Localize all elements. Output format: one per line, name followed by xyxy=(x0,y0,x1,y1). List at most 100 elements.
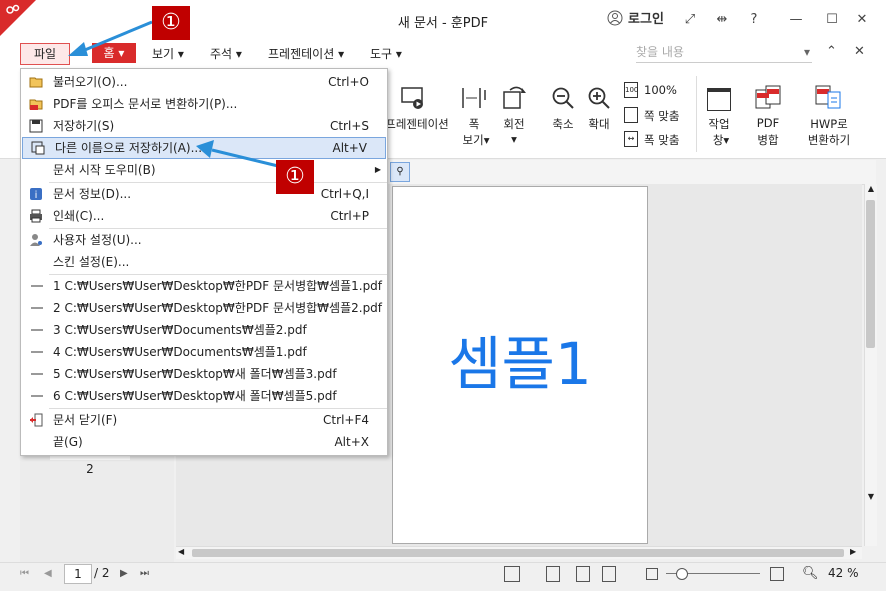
search-input[interactable]: 찾을 내용 ▾ xyxy=(636,42,812,63)
rotate-dropdown-icon[interactable]: ▾ xyxy=(496,132,532,146)
recent-file-item[interactable]: 6 C:₩Users₩User₩Desktop₩새 폴더₩셈플5.pdf xyxy=(21,385,387,407)
recent-file-item[interactable]: 1 C:₩Users₩User₩Desktop₩한PDF 문서병합₩셈플1.pd… xyxy=(21,275,387,297)
menu-save-label: 저장하기(S) xyxy=(53,119,115,133)
prev-page-icon[interactable]: ◀ xyxy=(44,568,52,579)
user-icon[interactable] xyxy=(606,10,624,30)
menu-view-label: 보기 xyxy=(152,47,175,61)
menu-annotate-label: 주석 xyxy=(210,47,233,61)
search-placeholder: 찾을 내용 xyxy=(636,45,684,59)
close-doc-icon xyxy=(30,413,43,427)
menu-doc-info-label: 문서 정보(D)... xyxy=(53,187,132,201)
split-view-icon[interactable]: ⇹ xyxy=(712,10,732,30)
menu-doc-info[interactable]: i 문서 정보(D)... Ctrl+Q,I xyxy=(21,183,387,205)
menu-close-doc[interactable]: 문서 닫기(F) Ctrl+F4 xyxy=(21,409,387,431)
menu-presentation[interactable]: 프레젠테이션 ▾ xyxy=(268,44,344,64)
menu-open-shortcut: Ctrl+O xyxy=(328,75,369,89)
close-ribbon-icon[interactable]: ✕ xyxy=(854,44,865,59)
menu-start-helper-label: 문서 시작 도우미(B) xyxy=(53,163,156,177)
recent-file-item[interactable]: 4 C:₩Users₩User₩Documents₩셈플1.pdf xyxy=(21,341,387,363)
status-bar xyxy=(0,562,886,591)
fit-page-icon[interactable] xyxy=(624,107,638,123)
rotate-icon[interactable] xyxy=(500,84,528,113)
hwp-convert-label-1: HWP로 xyxy=(810,117,848,131)
horizontal-scrollbar[interactable]: ◀ ▶ xyxy=(176,546,862,559)
fit-page-label[interactable]: 쪽 맞춤 xyxy=(644,108,679,124)
zoom100-label[interactable]: 100% xyxy=(644,83,677,97)
fit-width-label[interactable]: 폭 맞춤 xyxy=(644,132,679,148)
scroll-down-icon[interactable]: ▼ xyxy=(866,492,876,501)
menu-save-as[interactable]: 다른 이름으로 저장하기(A)... Alt+V xyxy=(22,137,386,159)
zoom-out-icon[interactable] xyxy=(551,86,575,113)
fit-width-icon[interactable]: ↔ xyxy=(624,131,638,147)
step-badge: ① xyxy=(152,6,190,40)
recent-file-item[interactable]: 2 C:₩Users₩User₩Desktop₩한PDF 문서병합₩셈플2.pd… xyxy=(21,297,387,319)
pdf-folder-icon xyxy=(29,99,43,110)
zoom-in-icon[interactable] xyxy=(587,86,611,113)
menu-skin-settings-label: 스킨 설정(E)... xyxy=(53,255,130,269)
menu-annotate[interactable]: 주석 ▾ xyxy=(210,44,242,64)
recent-file-label: 2 C:₩Users₩User₩Desktop₩한PDF 문서병합₩셈플2.pd… xyxy=(53,301,383,315)
scroll-right-icon[interactable]: ▶ xyxy=(850,547,856,556)
menu-convert-office[interactable]: PDF를 오피스 문서로 변환하기(P)... xyxy=(21,93,387,115)
menu-tools[interactable]: 도구 ▾ xyxy=(370,44,402,64)
first-page-icon[interactable]: ⏮ xyxy=(20,568,29,579)
recent-file-label: 3 C:₩Users₩User₩Documents₩셈플2.pdf xyxy=(53,323,307,337)
last-page-icon[interactable]: ⏭ xyxy=(140,568,149,579)
width-view-label-1: 폭 xyxy=(468,117,480,131)
actual-size-icon[interactable]: 100 xyxy=(624,82,638,98)
next-page-icon[interactable]: ▶ xyxy=(120,568,128,579)
thumbnail-page-number: 2 xyxy=(86,462,94,476)
menu-exit[interactable]: 끝(G) Alt+X xyxy=(21,431,387,453)
hscroll-thumb[interactable] xyxy=(192,549,844,557)
fit-page-status-icon[interactable] xyxy=(576,566,590,582)
menu-save[interactable]: 저장하기(S) Ctrl+S xyxy=(21,115,387,137)
menu-user-settings-label: 사용자 설정(U)... xyxy=(53,233,142,247)
menu-view[interactable]: 보기 ▾ xyxy=(152,44,184,64)
ribbon-divider xyxy=(696,76,697,152)
menu-print-label: 인쇄(C)... xyxy=(53,209,105,223)
scroll-thumb[interactable] xyxy=(866,200,875,348)
login-button[interactable]: 로그인 xyxy=(626,10,666,30)
recent-file-label: 1 C:₩Users₩User₩Desktop₩한PDF 문서병합₩셈플1.pd… xyxy=(53,279,383,293)
thumbnail-page-2[interactable] xyxy=(50,456,130,460)
fit-width-status-icon[interactable] xyxy=(602,566,616,582)
page-number-input[interactable]: 1 xyxy=(64,564,92,584)
menu-tools-label: 도구 xyxy=(370,47,393,61)
menu-print[interactable]: 인쇄(C)... Ctrl+P xyxy=(21,205,387,227)
close-button[interactable]: ✕ xyxy=(852,10,872,30)
pdf-merge-icon[interactable] xyxy=(754,84,782,113)
fullscreen-icon[interactable]: ⤢ xyxy=(680,10,700,30)
scroll-left-icon[interactable]: ◀ xyxy=(178,547,184,556)
work-window-icon[interactable] xyxy=(707,88,731,111)
help-button[interactable]: ? xyxy=(746,10,762,30)
page-total: / 2 xyxy=(94,566,110,580)
zoom-slider-handle[interactable] xyxy=(676,568,688,580)
chevron-up-icon[interactable]: ⌃ xyxy=(826,44,837,59)
hwp-convert-icon[interactable] xyxy=(814,84,842,113)
zoom-in-status-icon[interactable] xyxy=(770,567,784,581)
recent-file-item[interactable]: 5 C:₩Users₩User₩Desktop₩새 폴더₩셈플3.pdf xyxy=(21,363,387,385)
rotate-label: 회전 xyxy=(503,117,525,131)
magnifier-icon[interactable]: 🔍︎ xyxy=(802,566,819,581)
actual-size-status-icon[interactable] xyxy=(546,566,560,582)
file-menu-button[interactable]: 파일 xyxy=(20,43,70,65)
vertical-scrollbar[interactable]: ▲ ▼ xyxy=(864,184,877,546)
minimize-button[interactable]: — xyxy=(786,10,806,30)
recent-file-item[interactable]: 3 C:₩Users₩User₩Documents₩셈플2.pdf xyxy=(21,319,387,341)
menu-skin-settings[interactable]: 스킨 설정(E)... xyxy=(21,251,387,273)
recent-file-label: 5 C:₩Users₩User₩Desktop₩새 폴더₩셈플3.pdf xyxy=(53,367,337,381)
menu-open[interactable]: 불러오기(O)... Ctrl+O xyxy=(21,71,387,93)
maximize-button[interactable]: ☐ xyxy=(822,10,842,30)
menu-open-label: 불러오기(O)... xyxy=(53,75,128,89)
home-menu-button[interactable]: 홈 ▾ xyxy=(92,43,136,63)
step-badge: ① xyxy=(276,160,314,194)
menu-start-helper[interactable]: 문서 시작 도우미(B) ▶ xyxy=(21,159,387,181)
menu-user-settings[interactable]: 사용자 설정(U)... xyxy=(21,229,387,251)
binoculars-icon[interactable]: ⚲ xyxy=(390,162,410,182)
pdf-page[interactable]: 셈플1 xyxy=(392,186,648,544)
scroll-up-icon[interactable]: ▲ xyxy=(866,184,876,193)
zoom-out-status-icon[interactable] xyxy=(646,568,658,580)
presentation-icon[interactable] xyxy=(400,86,426,109)
width-view-icon[interactable] xyxy=(460,86,488,113)
presentation-status-icon[interactable] xyxy=(504,566,520,582)
